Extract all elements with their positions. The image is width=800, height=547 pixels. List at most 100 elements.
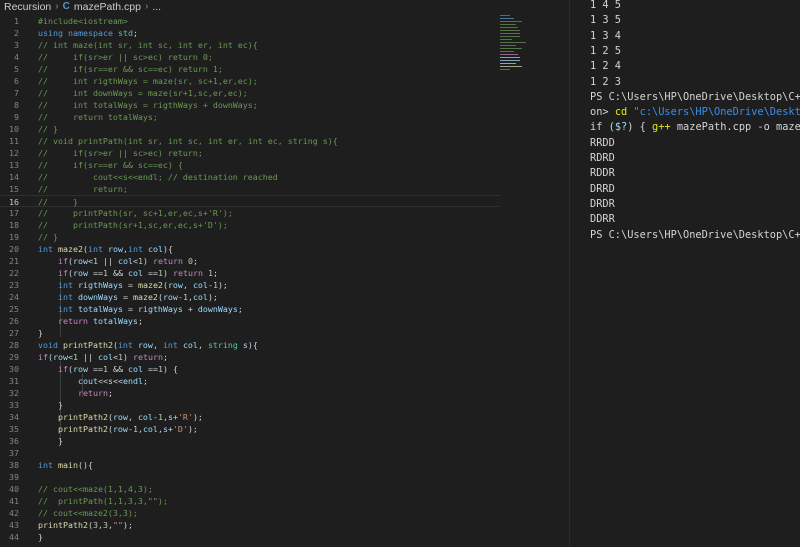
code-token: 'D': [172, 424, 188, 434]
terminal-token: DDRR: [590, 213, 615, 226]
code-token: // int maze(int sr, int sc, int er, int …: [38, 40, 258, 50]
code-text: }: [38, 399, 63, 411]
code-token: ;: [192, 256, 198, 266]
minimap[interactable]: [500, 13, 528, 73]
code-line[interactable]: 11 // void printPath(int sr, int sc, int …: [0, 135, 500, 147]
code-text: // cout<<s<<endl; // destination reached: [38, 171, 278, 183]
code-line[interactable]: 3 // int maze(int sr, int sc, int er, int…: [0, 39, 500, 51]
code-line[interactable]: 29 if(row<1 || col<1) return;: [0, 351, 500, 363]
code-line[interactable]: 27}: [0, 327, 500, 339]
chevron-right-icon: ›: [55, 1, 59, 12]
code-line[interactable]: 41 // printPath(1,1,3,3,"");: [0, 495, 500, 507]
code-line[interactable]: 14 // cout<<s<<endl; // destination reach…: [0, 171, 500, 183]
breadcrumb-more[interactable]: ...: [152, 1, 161, 13]
code-line[interactable]: 44}: [0, 531, 500, 543]
code-line[interactable]: 30 if(row ==1 && col ==1) {: [0, 363, 500, 375]
code-line[interactable]: 19 // }: [0, 231, 500, 243]
code-token: ,: [152, 340, 163, 350]
code-line[interactable]: 35 printPath2(row-1,col,s+'D');: [0, 423, 500, 435]
code-line[interactable]: 34 printPath2(row, col-1,s+'R');: [0, 411, 500, 423]
line-number: 43: [9, 520, 19, 530]
code-token: +: [182, 304, 198, 314]
code-text: // printPath(sr, sc+1,er,ec,s+'R');: [38, 207, 233, 219]
line-number: 25: [9, 304, 19, 314]
code-token: ;: [137, 316, 143, 326]
code-line[interactable]: 39: [0, 471, 500, 483]
terminal-line: DRRD: [590, 182, 615, 197]
code-line[interactable]: 31 cout<<s<<endl;: [0, 375, 500, 387]
line-number: 35: [9, 424, 19, 434]
code-line[interactable]: 16// }: [0, 195, 500, 207]
code-line[interactable]: 28 void printPath2(int row, int col, stri…: [0, 339, 500, 351]
terminal-line: 1 2 5: [590, 44, 621, 59]
code-token: row: [137, 340, 153, 350]
terminal-token: cd: [614, 106, 628, 119]
code-line[interactable]: 20 int maze2(int row,int col){: [0, 243, 500, 255]
code-line[interactable]: 40 // cout<<maze(1,1,4,3);: [0, 483, 500, 495]
code-line[interactable]: 36 }: [0, 435, 500, 447]
code-editor[interactable]: 1 #include<iostream> 2 using namespace std;…: [0, 13, 570, 547]
line-number: 30: [9, 364, 19, 374]
code-line[interactable]: 26 return totalWays;: [0, 315, 500, 327]
breadcrumb-folder[interactable]: Recursion: [4, 1, 51, 13]
code-line[interactable]: 7 // int downWays = maze(sr+1,sc,er,ec);: [0, 87, 500, 99]
code-line[interactable]: 24 int downWays = maze2(row-1,col);: [0, 291, 500, 303]
code-token: using: [38, 28, 63, 38]
code-text: // if(sr==er && sc==ec) {: [38, 159, 183, 171]
code-line[interactable]: 4 // if(sr>er || sc>ec) return 0;: [0, 51, 500, 63]
code-token: // cout<<s<<endl; // destination reached: [38, 172, 278, 182]
code-token: ==: [142, 364, 158, 374]
code-token: // if(sr>er || sc>ec) return;: [38, 148, 203, 158]
terminal-token: on>: [590, 106, 615, 119]
code-line[interactable]: 9 // return totalWays;: [0, 111, 500, 123]
code-line[interactable]: 42 // cout<<maze2(3,3);: [0, 507, 500, 519]
breadcrumb-file[interactable]: mazePath.cpp: [74, 1, 141, 13]
code-line[interactable]: 6 // int rigthWays = maze(sr, sc+1,er,ec)…: [0, 75, 500, 87]
code-line[interactable]: 43 printPath2(3,3,"");: [0, 519, 500, 531]
code-token: // if(sr>er || sc>ec) return 0;: [38, 52, 213, 62]
code-line[interactable]: 23 int rigthWays = maze2(row, col-1);: [0, 279, 500, 291]
code-token: ||: [78, 352, 98, 362]
code-token: }: [38, 532, 43, 542]
code-line[interactable]: 13 // if(sr==er && sc==ec) {: [0, 159, 500, 171]
code-line[interactable]: 22 if(row ==1 && col ==1) return 1;: [0, 267, 500, 279]
breadcrumb: Recursion › C mazePath.cpp › ...: [0, 0, 570, 13]
code-token: ): [122, 352, 133, 362]
code-line[interactable]: 21 if(row<1 || col<1) return 0;: [0, 255, 500, 267]
code-token: rigthWays: [77, 280, 123, 290]
code-line[interactable]: 38 int main(){: [0, 459, 500, 471]
code-token: row: [107, 244, 123, 254]
code-token: =: [117, 292, 133, 302]
line-number: 42: [9, 508, 19, 518]
code-line[interactable]: 32 return;: [0, 387, 500, 399]
code-line[interactable]: 17 // printPath(sr, sc+1,er,ec,s+'R');: [0, 207, 500, 219]
terminal-token: mazePath.cpp -o mazePat: [676, 121, 800, 134]
code-line[interactable]: 5 // if(sr==er && sc==ec) return 1;: [0, 63, 500, 75]
code-line[interactable]: 25 int totalWays = rigthWays + downWays;: [0, 303, 500, 315]
code-token: ;: [162, 352, 168, 362]
code-token: "": [112, 520, 123, 530]
code-text: // printPath(sr+1,sc,er,ec,s+'D');: [38, 219, 228, 231]
terminal-panel[interactable]: 1 4 5 1 3 5 1 3 4 1 2 5 1 2 4 1 2 3 PS C:\User…: [570, 0, 800, 547]
code-text: // int totalWays = rigthWays + downWays;: [38, 99, 258, 111]
code-token: int: [57, 280, 73, 290]
code-token: printPath2: [57, 424, 108, 434]
code-line[interactable]: 1 #include<iostream>: [0, 15, 500, 27]
code-line[interactable]: 33 }: [0, 399, 500, 411]
code-line[interactable]: 18 // printPath(sr+1,sc,er,ec,s+'D');: [0, 219, 500, 231]
code-token: // return totalWays;: [38, 112, 158, 122]
code-token: if: [57, 268, 68, 278]
code-line[interactable]: 8 // int totalWays = rigthWays + downWays…: [0, 99, 500, 111]
code-line[interactable]: 2 using namespace std;: [0, 27, 500, 39]
code-token: downWays: [77, 292, 118, 302]
code-line[interactable]: 15 // return;: [0, 183, 500, 195]
code-token: // }: [38, 232, 58, 242]
code-line[interactable]: 10 // }: [0, 123, 500, 135]
code-line[interactable]: 37: [0, 447, 500, 459]
line-number: 5: [14, 64, 19, 74]
code-line[interactable]: 12 // if(sr>er || sc>ec) return;: [0, 147, 500, 159]
line-number: 14: [9, 172, 19, 182]
code-token: col: [117, 256, 133, 266]
